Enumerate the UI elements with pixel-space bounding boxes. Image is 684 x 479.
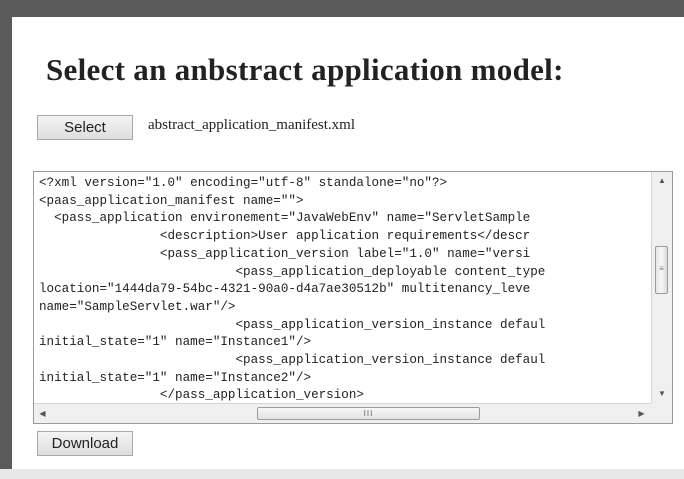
selected-file-name: abstract_application_manifest.xml (148, 117, 356, 133)
vertical-scroll-thumb[interactable]: ≡ (655, 246, 668, 294)
code-line: <paas_application_manifest name=""> (39, 193, 304, 208)
manifest-code[interactable]: <?xml version="1.0" encoding="utf-8" sta… (39, 175, 646, 401)
code-line: <?xml version="1.0" encoding="utf-8" sta… (39, 176, 448, 190)
window-frame-bottom (0, 469, 684, 479)
code-line: <pass_application_version label="1.0" na… (39, 246, 531, 261)
window-frame-left (0, 0, 12, 479)
code-line: </pass_application_version> (39, 388, 364, 401)
code-line: <pass_application_deployable content_typ… (39, 264, 546, 279)
select-button[interactable]: Select (37, 115, 133, 140)
scrollbar-corner (651, 403, 672, 423)
code-line: <description>User application requiremen… (39, 229, 531, 244)
manifest-textarea[interactable]: <?xml version="1.0" encoding="utf-8" sta… (33, 171, 673, 424)
code-line: initial_state="1" name="Instance1"/> (39, 335, 312, 350)
code-line: initial_state="1" name="Instance2"/> (39, 370, 312, 385)
scroll-up-icon[interactable]: ▲ (652, 172, 672, 189)
scroll-right-icon[interactable]: ▶ (633, 404, 650, 423)
code-line: name="SampleServlet.war"/> (39, 299, 236, 314)
scroll-left-icon[interactable]: ◀ (34, 404, 51, 423)
page-title: Select an anbstract application model: (46, 52, 564, 87)
window-frame-top (0, 0, 684, 17)
scroll-down-icon[interactable]: ▼ (652, 385, 672, 402)
horizontal-scrollbar[interactable]: ◀ III ▶ (34, 403, 651, 423)
code-line: location="1444da79-54bc-4321-90a0-d4a7ae… (39, 282, 531, 297)
download-button[interactable]: Download (37, 431, 133, 456)
code-line: <pass_application_version_instance defau… (39, 353, 546, 368)
code-line: <pass_application_version_instance defau… (39, 317, 546, 332)
vertical-scrollbar[interactable]: ▲ ≡ ▼ (651, 172, 672, 403)
horizontal-scroll-thumb[interactable]: III (257, 407, 480, 420)
code-line: <pass_application environement="JavaWebE… (39, 211, 531, 226)
